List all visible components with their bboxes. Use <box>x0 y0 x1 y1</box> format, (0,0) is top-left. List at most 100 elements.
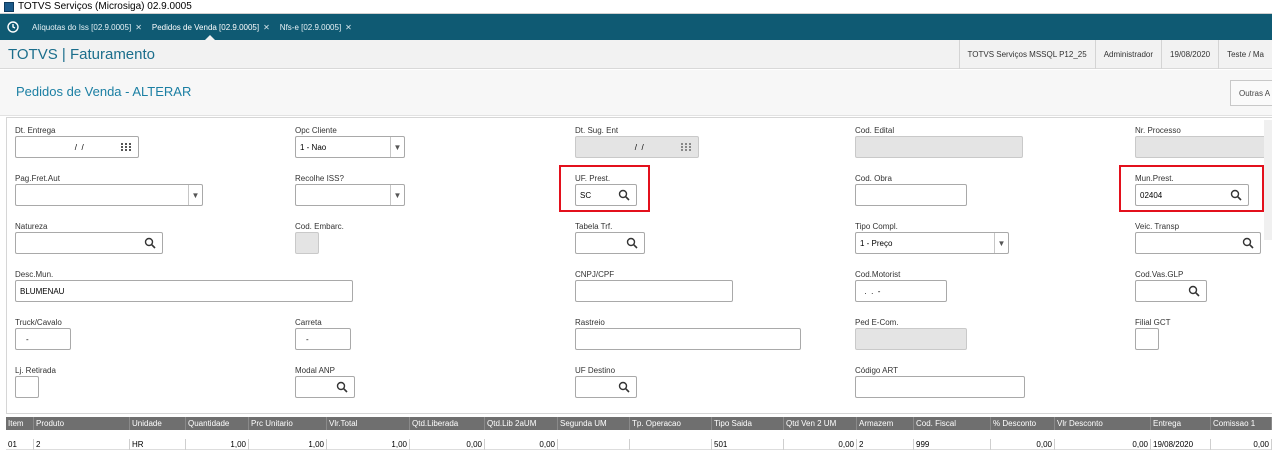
opc-cliente-select[interactable]: 1 - Nao ▼ <box>295 136 405 158</box>
table-cell[interactable] <box>558 439 630 450</box>
table-cell[interactable]: 0,00 <box>1055 439 1151 450</box>
calendar-icon[interactable] <box>120 141 132 153</box>
lj-retirada-input[interactable] <box>15 376 39 398</box>
table-cell[interactable]: 0,00 <box>991 439 1055 450</box>
pag-fret-aut-select[interactable]: ▼ <box>15 184 203 206</box>
chevron-down-icon[interactable]: ▼ <box>390 185 404 205</box>
search-icon[interactable] <box>336 381 348 393</box>
field-label: Ped E-Com. <box>855 318 899 327</box>
chevron-down-icon[interactable]: ▼ <box>390 137 404 157</box>
dt-entrega-input[interactable]: / / <box>15 136 139 158</box>
table-cell[interactable]: 0,00 <box>784 439 857 450</box>
recolhe-iss-select[interactable]: ▼ <box>295 184 405 206</box>
close-icon[interactable]: ✕ <box>135 23 142 32</box>
table-cell[interactable] <box>630 439 712 450</box>
tipo-compl-select[interactable]: 1 - Preço ▼ <box>855 232 1009 254</box>
column-header[interactable]: Qtd Ven 2 UM <box>784 417 857 430</box>
date-label: 19/08/2020 <box>1161 39 1218 69</box>
cod-edital-input <box>855 136 1023 158</box>
cnpj-cpf-input[interactable] <box>575 280 733 302</box>
form-scrollbar[interactable] <box>1264 120 1272 240</box>
table-cell[interactable]: 2 <box>857 439 914 450</box>
column-header[interactable]: Tp. Operacao <box>630 417 712 430</box>
natureza-input[interactable] <box>15 232 163 254</box>
chevron-down-icon[interactable]: ▼ <box>994 233 1008 253</box>
other-actions-button[interactable]: Outras A <box>1230 80 1272 106</box>
truck-cavalo-input[interactable]: - <box>15 328 71 350</box>
home-icon[interactable] <box>0 14 26 40</box>
table-cell[interactable]: 1,00 <box>186 439 249 450</box>
field-value: / / <box>70 142 84 152</box>
table-cell[interactable]: 0,00 <box>410 439 485 450</box>
column-header[interactable]: Comissao 1 <box>1211 417 1272 430</box>
column-header[interactable]: Vlr.Total <box>327 417 410 430</box>
column-header[interactable]: Unidade <box>130 417 186 430</box>
chevron-down-icon[interactable]: ▼ <box>188 185 202 205</box>
search-icon[interactable] <box>618 381 630 393</box>
search-icon[interactable] <box>144 237 156 249</box>
uf-destino-input[interactable] <box>575 376 637 398</box>
field-label: Cod. Obra <box>855 174 892 183</box>
search-icon[interactable] <box>1242 237 1254 249</box>
veic-transp-input[interactable] <box>1135 232 1261 254</box>
cod-motorist-input[interactable]: . . - <box>855 280 947 302</box>
table-cell[interactable]: 1,00 <box>327 439 410 450</box>
table-cell[interactable]: 19/08/2020 <box>1151 439 1211 450</box>
field-label: Dt. Entrega <box>15 126 56 135</box>
column-header[interactable]: Qtd.Liberada <box>410 417 485 430</box>
column-header[interactable]: % Desconto <box>991 417 1055 430</box>
field-label: Pag.Fret.Aut <box>15 174 60 183</box>
table-cell[interactable]: 01 <box>6 439 34 450</box>
table-cell[interactable]: 501 <box>712 439 784 450</box>
field-label: Filial GCT <box>1135 318 1171 327</box>
column-header[interactable]: Quantidade <box>186 417 249 430</box>
column-header[interactable]: Produto <box>34 417 130 430</box>
app-icon <box>4 1 14 12</box>
cod-embarc-input <box>295 232 319 254</box>
column-header[interactable]: Qtd.Lib 2aUM <box>485 417 558 430</box>
tabela-trf-input[interactable] <box>575 232 645 254</box>
company-label: Teste / Ma <box>1218 39 1272 69</box>
filial-gct-input[interactable] <box>1135 328 1159 350</box>
modal-anp-input[interactable] <box>295 376 355 398</box>
column-header[interactable]: Segunda UM <box>558 417 630 430</box>
cod-obra-input[interactable] <box>855 184 967 206</box>
tab-label: Pedidos de Venda [02.9.0005] <box>151 22 260 32</box>
close-icon[interactable]: ✕ <box>345 23 352 32</box>
tab-aliquotas-iss[interactable]: Alíquotas do Iss [02.9.0005] ✕ <box>26 14 146 40</box>
rastreio-input[interactable] <box>575 328 801 350</box>
module-header: TOTVS | Faturamento TOTVS Serviços MSSQL… <box>0 39 1272 69</box>
column-header[interactable]: Item <box>6 417 34 430</box>
column-header[interactable]: Prc Unitario <box>249 417 327 430</box>
field-label: Cod.Motorist <box>855 270 901 279</box>
order-form: Dt. Entrega / / Opc Cliente 1 - Nao ▼ Dt.… <box>6 117 1272 414</box>
field-value: / / <box>630 142 644 152</box>
page-title: Pedidos de Venda - ALTERAR <box>16 84 192 99</box>
table-cell[interactable]: 0,00 <box>485 439 558 450</box>
cod-vas-glp-input[interactable] <box>1135 280 1207 302</box>
field-label: Dt. Sug. Ent <box>575 126 619 135</box>
table-row[interactable]: 01 2 HR 1,00 1,00 1,00 0,00 0,00 501 0,00 2 999 0,00… <box>6 439 1272 450</box>
table-cell[interactable]: 1,00 <box>249 439 327 450</box>
column-header[interactable]: Vlr Desconto <box>1055 417 1151 430</box>
tab-label: Nfs-e [02.9.0005] <box>279 22 342 32</box>
search-icon[interactable] <box>626 237 638 249</box>
column-header[interactable]: Tipo Saida <box>712 417 784 430</box>
carreta-input[interactable]: - <box>295 328 351 350</box>
column-header[interactable]: Armazem <box>857 417 914 430</box>
close-icon[interactable]: ✕ <box>263 23 270 32</box>
calendar-icon <box>681 143 691 151</box>
codigo-art-input[interactable] <box>855 376 1025 398</box>
column-header[interactable]: Cod. Fiscal <box>914 417 991 430</box>
table-cell[interactable]: 0,00 <box>1211 439 1272 450</box>
tab-nfse[interactable]: Nfs-e [02.9.0005] ✕ <box>274 14 356 40</box>
table-cell[interactable]: HR <box>130 439 186 450</box>
tab-pedidos-venda[interactable]: Pedidos de Venda [02.9.0005] ✕ <box>146 14 274 40</box>
desc-mun-input[interactable]: BLUMENAU <box>15 280 353 302</box>
search-icon[interactable] <box>1188 285 1200 297</box>
table-cell[interactable]: 2 <box>34 439 130 450</box>
field-label: Veic. Transp <box>1135 222 1180 231</box>
table-cell[interactable]: 999 <box>914 439 991 450</box>
column-header[interactable]: Entrega <box>1151 417 1211 430</box>
field-label: Truck/Cavalo <box>15 318 62 327</box>
